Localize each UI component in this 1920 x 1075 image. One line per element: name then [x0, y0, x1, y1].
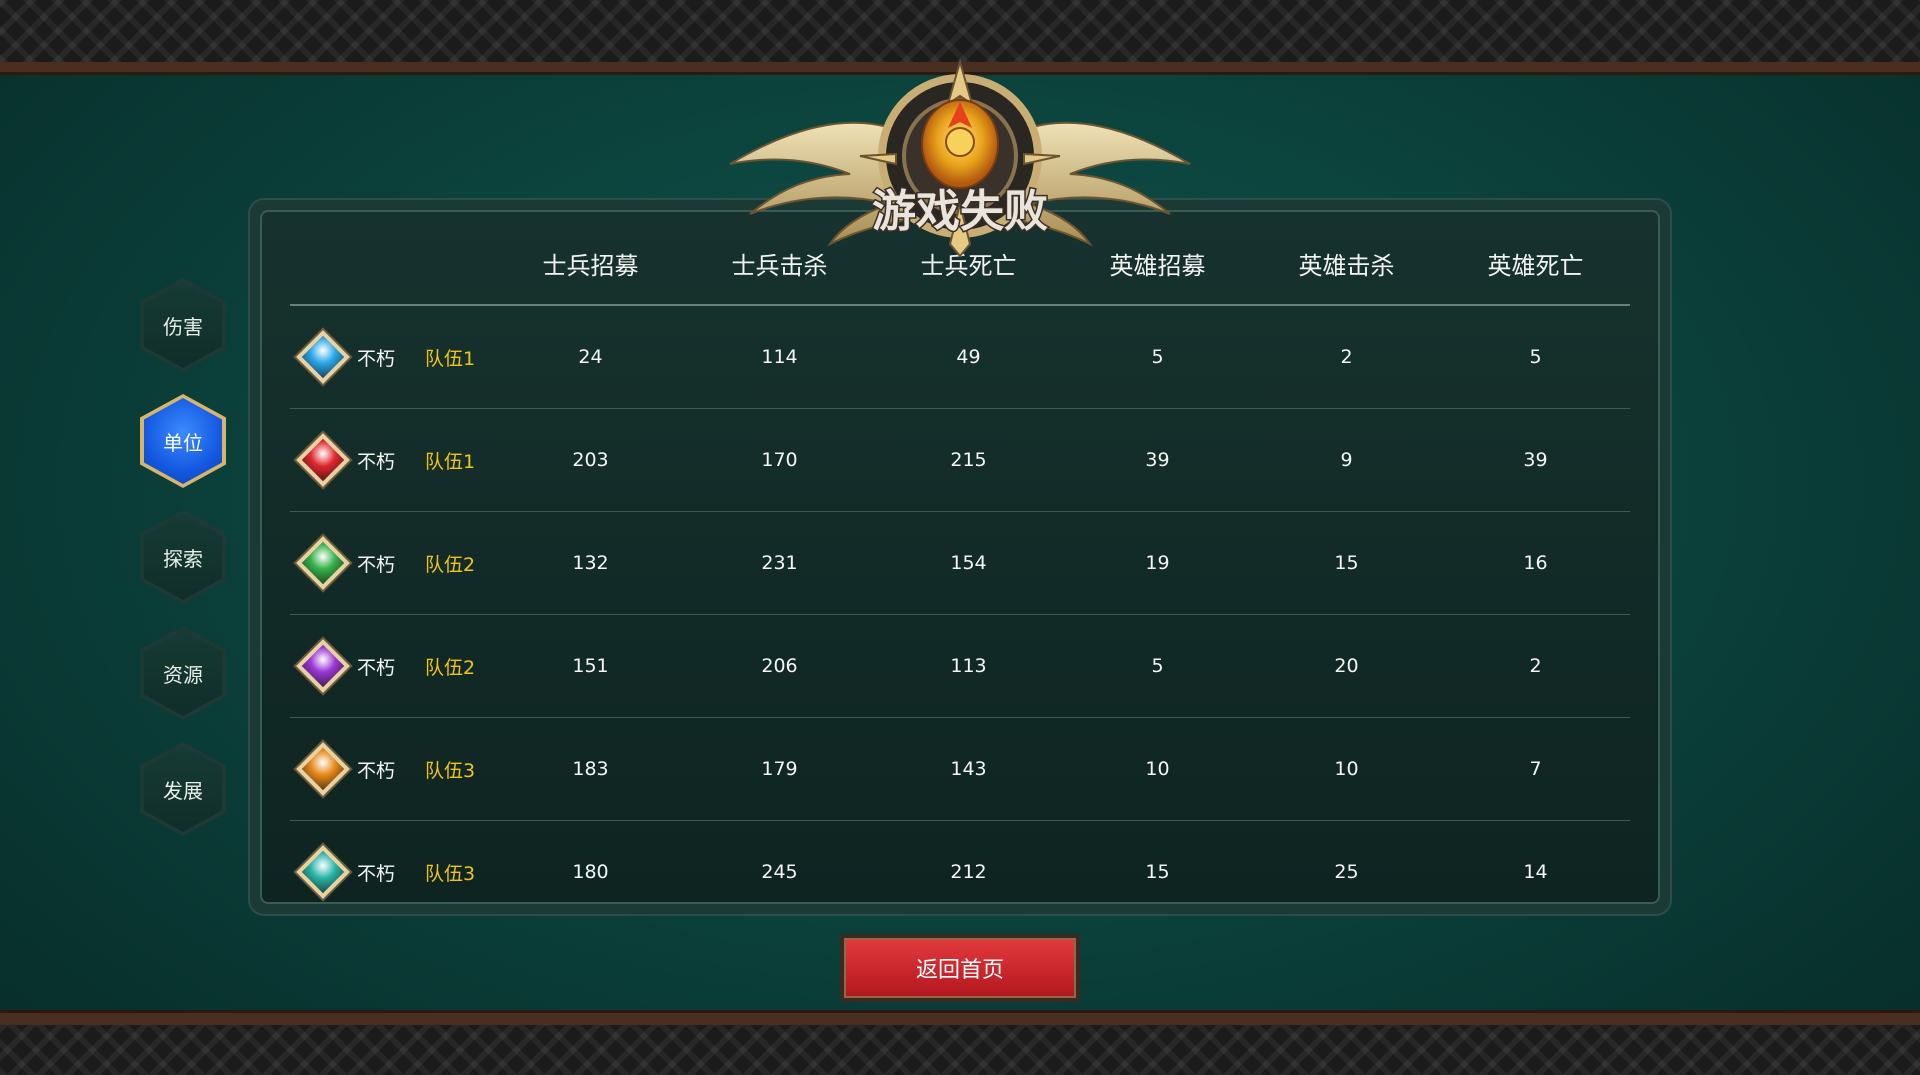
table-row: 不朽 队伍3 183 179 143 10 10 7 [290, 717, 1630, 821]
defeat-title: 游戏失败 [872, 186, 1048, 237]
cell-value: 151 [496, 614, 685, 718]
player-gem-cell [290, 717, 356, 821]
player-name: 不朽 [356, 305, 424, 409]
player-team: 队伍1 [424, 408, 496, 512]
table-row: 不朽 队伍1 203 170 215 39 9 39 [290, 408, 1630, 512]
tab-development[interactable]: 发展 [140, 742, 226, 836]
player-gem-cell [290, 408, 356, 512]
cell-value: 15 [1252, 511, 1441, 615]
cell-value: 10 [1252, 717, 1441, 821]
cell-value: 49 [874, 305, 1063, 409]
cell-value: 10 [1063, 717, 1252, 821]
header-icon-col [290, 222, 356, 306]
cell-value: 179 [685, 717, 874, 821]
table-row: 不朽 队伍1 24 114 49 5 2 5 [290, 305, 1630, 409]
tab-units[interactable]: 单位 [140, 394, 226, 488]
golden-warrior-icon [921, 99, 999, 189]
cell-value: 114 [685, 305, 874, 409]
cell-value: 24 [496, 305, 685, 409]
cell-value: 2 [1252, 305, 1441, 409]
player-gem-icon [296, 742, 350, 796]
cell-value: 203 [496, 408, 685, 512]
cell-value: 132 [496, 511, 685, 615]
player-gem-cell [290, 305, 356, 409]
tab-damage-label: 伤害 [144, 282, 222, 368]
table-row: 不朽 队伍2 132 231 154 19 15 16 [290, 511, 1630, 615]
cell-value: 154 [874, 511, 1063, 615]
player-gem-icon [296, 536, 350, 590]
cell-value: 39 [1063, 408, 1252, 512]
cell-value: 25 [1334, 861, 1359, 883]
player-team: 队伍1 [424, 305, 496, 409]
header-soldiers-recruited: 士兵招募 [496, 222, 685, 306]
player-gem-icon [296, 433, 350, 487]
cell-value: 5 [1441, 305, 1630, 409]
player-gem-icon [296, 639, 350, 693]
cell-value: 180 [572, 861, 609, 883]
cell-value: 39 [1441, 408, 1630, 512]
player-name: 不朽 [357, 862, 396, 885]
tab-units-label: 单位 [144, 398, 222, 484]
player-name: 不朽 [356, 614, 424, 718]
player-team: 队伍3 [425, 862, 476, 885]
header-name-col [356, 222, 424, 306]
cell-value: 14 [1523, 861, 1548, 883]
cell-value: 170 [685, 408, 874, 512]
cell-value: 206 [685, 614, 874, 718]
tab-resources-label: 资源 [144, 630, 222, 716]
cell-value: 5 [1063, 305, 1252, 409]
tab-resources[interactable]: 资源 [140, 626, 226, 720]
tab-explore-label: 探索 [144, 514, 222, 600]
cell-value: 5 [1063, 614, 1252, 718]
cell-value: 9 [1252, 408, 1441, 512]
cell-value: 7 [1441, 717, 1630, 821]
bottom-frame-band [0, 1013, 1920, 1075]
return-home-label: 返回首页 [844, 938, 1076, 998]
stats-table: 士兵招募 士兵击杀 士兵死亡 英雄招募 英雄击杀 英雄死亡 不朽 队伍1 24 … [290, 222, 1630, 923]
cell-value: 215 [874, 408, 1063, 512]
cell-value: 19 [1063, 511, 1252, 615]
player-gem-cell [290, 821, 356, 924]
player-team: 队伍2 [424, 614, 496, 718]
return-home-button[interactable]: 返回首页 [840, 934, 1080, 1002]
header-team-col [424, 222, 496, 306]
table-row: 不朽 队伍2 151 206 113 5 20 2 [290, 614, 1630, 718]
cell-value: 231 [685, 511, 874, 615]
header-heroes-died: 英雄死亡 [1441, 222, 1630, 306]
player-name: 不朽 [356, 717, 424, 821]
cell-value: 212 [950, 861, 987, 883]
defeat-emblem: 游戏失败 [729, 58, 1191, 258]
cell-value: 16 [1441, 511, 1630, 615]
cell-value: 20 [1252, 614, 1441, 718]
player-team: 队伍3 [424, 717, 496, 821]
player-gem-icon [296, 330, 350, 384]
tab-damage[interactable]: 伤害 [140, 278, 226, 372]
cell-value: 15 [1145, 861, 1170, 883]
player-gem-cell [290, 511, 356, 615]
header-heroes-killed: 英雄击杀 [1252, 222, 1441, 306]
tab-explore[interactable]: 探索 [140, 510, 226, 604]
player-team: 队伍2 [424, 511, 496, 615]
player-gem-icon [296, 845, 350, 899]
cell-value: 245 [761, 861, 798, 883]
player-gem-cell [290, 614, 356, 718]
tab-development-label: 发展 [144, 746, 222, 832]
player-name: 不朽 [356, 408, 424, 512]
table-row: 不朽 队伍3 180 245 212 15 25 14 [290, 821, 1630, 924]
cell-value: 113 [874, 614, 1063, 718]
cell-value: 2 [1441, 614, 1630, 718]
player-name: 不朽 [356, 511, 424, 615]
cell-value: 183 [496, 717, 685, 821]
cell-value: 143 [874, 717, 1063, 821]
